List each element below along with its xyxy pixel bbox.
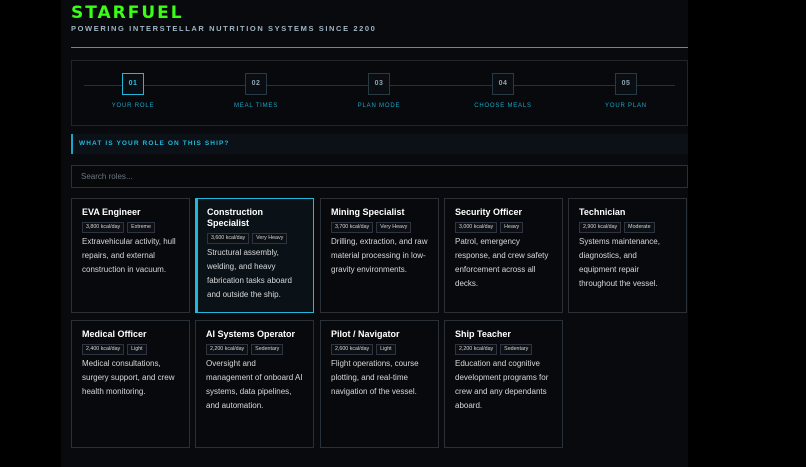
kcal-badge: 2,900 kcal/day (579, 222, 622, 233)
role-description: Drilling, extraction, and raw material p… (331, 237, 428, 274)
step-label: YOUR ROLE (111, 103, 155, 109)
step-your-role[interactable]: 01 YOUR ROLE (93, 73, 173, 109)
intensity-badge: Sedentary (251, 344, 284, 355)
role-description: Medical consultations, surgery support, … (82, 359, 175, 396)
role-badges: 3,800 kcal/day Extreme (82, 222, 179, 233)
intensity-badge: Very Heavy (252, 233, 288, 244)
kcal-badge: 2,200 kcal/day (455, 344, 498, 355)
role-title: Construction Specialist (207, 207, 263, 228)
intensity-badge: Moderate (624, 222, 655, 233)
kcal-badge: 3,700 kcal/day (331, 222, 374, 233)
role-card-eva-engineer[interactable]: EVA Engineer 3,800 kcal/day Extreme Extr… (71, 198, 190, 313)
step-your-plan[interactable]: 05 YOUR PLAN (586, 73, 666, 109)
role-description: Structural assembly, welding, and heavy … (207, 248, 292, 299)
kcal-badge: 3,800 kcal/day (82, 222, 125, 233)
step-choose-meals[interactable]: 04 CHOOSE MEALS (463, 73, 543, 109)
role-badges: 2,900 kcal/day Moderate (579, 222, 676, 233)
role-title: EVA Engineer (82, 207, 141, 217)
intensity-badge: Sedentary (500, 344, 533, 355)
intensity-badge: Extreme (127, 222, 155, 233)
kcal-badge: 3,000 kcal/day (455, 222, 498, 233)
search-roles-input[interactable] (71, 165, 688, 188)
progress-stepper: 01 YOUR ROLE 02 MEAL TIMES 03 PLAN MODE … (71, 60, 688, 126)
role-description: Oversight and management of onboard AI s… (206, 359, 303, 410)
role-card-pilot-navigator[interactable]: Pilot / Navigator 2,600 kcal/day Light F… (320, 320, 439, 448)
role-badges: 3,600 kcal/day Very Heavy (207, 233, 303, 244)
kcal-badge: 3,600 kcal/day (207, 233, 250, 244)
role-title: Ship Teacher (455, 329, 511, 339)
role-card-security-officer[interactable]: Security Officer 3,000 kcal/day Heavy Pa… (444, 198, 563, 313)
intensity-badge: Light (127, 344, 147, 355)
role-card-ai-systems-operator[interactable]: AI Systems Operator 2,200 kcal/day Seden… (195, 320, 314, 448)
role-badges: 3,000 kcal/day Heavy (455, 222, 552, 233)
step-label: PLAN MODE (357, 103, 401, 109)
step-label: MEAL TIMES (233, 103, 278, 109)
intensity-badge: Very Heavy (376, 222, 412, 233)
kcal-badge: 2,400 kcal/day (82, 344, 125, 355)
brand-logo: STARFUEL (71, 3, 184, 23)
role-card-mining-specialist[interactable]: Mining Specialist 3,700 kcal/day Very He… (320, 198, 439, 313)
role-title: Medical Officer (82, 329, 147, 339)
role-badges: 3,700 kcal/day Very Heavy (331, 222, 428, 233)
step-label: CHOOSE MEALS (474, 103, 532, 109)
step-number: 01 (122, 73, 144, 95)
role-card-medical-officer[interactable]: Medical Officer 2,400 kcal/day Light Med… (71, 320, 190, 448)
intensity-badge: Light (376, 344, 396, 355)
role-badges: 2,600 kcal/day Light (331, 344, 428, 355)
intensity-badge: Heavy (500, 222, 524, 233)
kcal-badge: 2,600 kcal/day (331, 344, 374, 355)
brand-tagline: POWERING INTERSTELLAR NUTRITION SYSTEMS … (71, 24, 377, 33)
question-heading: WHAT IS YOUR ROLE ON THIS SHIP? (79, 140, 230, 147)
role-card-ship-teacher[interactable]: Ship Teacher 2,200 kcal/day Sedentary Ed… (444, 320, 563, 448)
step-number: 05 (615, 73, 637, 95)
role-title: Pilot / Navigator (331, 329, 400, 339)
step-number: 02 (245, 73, 267, 95)
role-title: Technician (579, 207, 626, 217)
role-badges: 2,400 kcal/day Light (82, 344, 179, 355)
kcal-badge: 2,200 kcal/day (206, 344, 249, 355)
role-badges: 2,200 kcal/day Sedentary (455, 344, 552, 355)
role-description: Patrol, emergency response, and crew saf… (455, 237, 549, 288)
step-number: 03 (368, 73, 390, 95)
step-label: YOUR PLAN (605, 103, 647, 109)
role-description: Education and cognitive development prog… (455, 359, 549, 410)
role-description: Flight operations, course plotting, and … (331, 359, 419, 396)
role-title: AI Systems Operator (206, 329, 296, 339)
role-description: Extravehicular activity, hull repairs, a… (82, 237, 176, 274)
header-divider (71, 47, 688, 48)
step-plan-mode[interactable]: 03 PLAN MODE (339, 73, 419, 109)
question-banner: WHAT IS YOUR ROLE ON THIS SHIP? (71, 134, 688, 154)
step-meal-times[interactable]: 02 MEAL TIMES (216, 73, 296, 109)
role-card-technician[interactable]: Technician 2,900 kcal/day Moderate Syste… (568, 198, 687, 313)
role-card-construction-specialist[interactable]: Construction Specialist 3,600 kcal/day V… (195, 198, 314, 313)
role-badges: 2,200 kcal/day Sedentary (206, 344, 303, 355)
step-number: 04 (492, 73, 514, 95)
role-title: Mining Specialist (331, 207, 405, 217)
role-title: Security Officer (455, 207, 523, 217)
role-description: Systems maintenance, diagnostics, and eq… (579, 237, 660, 288)
